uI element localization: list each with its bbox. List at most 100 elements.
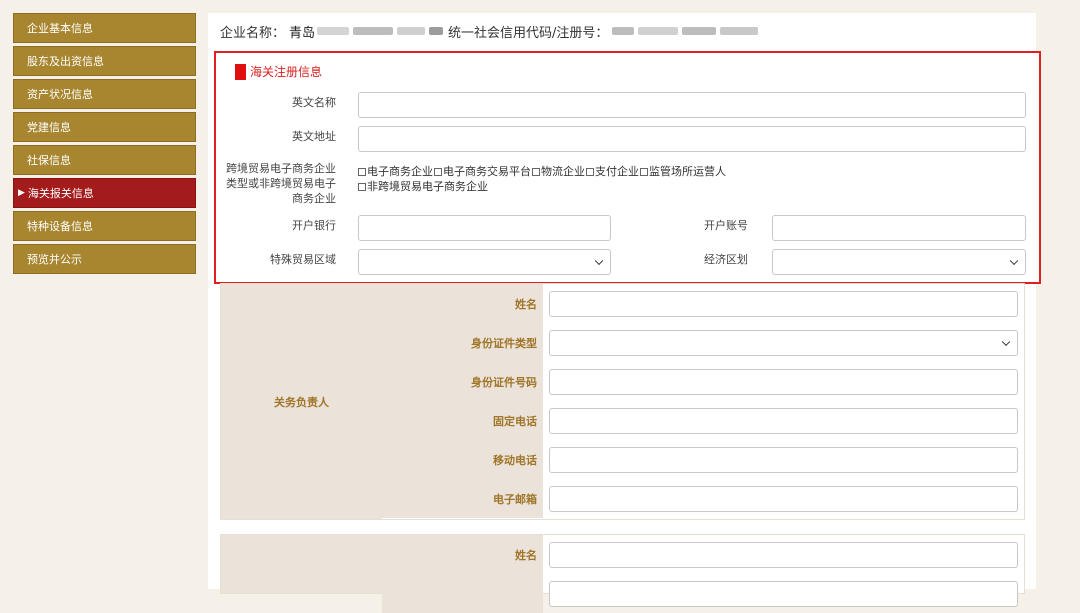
checkbox-label: 电子商务企业 bbox=[367, 165, 433, 178]
field-label: 固定电话 bbox=[382, 401, 543, 440]
redacted-text bbox=[720, 27, 759, 35]
sidebar-item-party[interactable]: 党建信息 bbox=[13, 112, 196, 142]
checkbox-non-cross-border[interactable]: 非跨境贸易电子商务企业 bbox=[358, 179, 488, 194]
name-input[interactable] bbox=[549, 542, 1018, 568]
id-type-select[interactable] bbox=[549, 330, 1018, 356]
company-header: 企业名称： 青岛 统一社会信用代码/注册号： bbox=[220, 21, 760, 41]
sidebar-item-label: 社保信息 bbox=[27, 154, 71, 167]
table-row: 姓名 bbox=[382, 535, 1024, 575]
checkbox-icon bbox=[640, 167, 648, 176]
label-line: 类型或非跨境贸易电子 bbox=[226, 177, 336, 190]
cross-border-options: 电子商务企业 电子商务交易平台 物流企业 支付企业 监管场所运营人 非跨境贸易电… bbox=[358, 164, 727, 194]
field-label: 姓名 bbox=[382, 535, 543, 574]
sidebar-item-label: 党建信息 bbox=[27, 121, 71, 134]
checkbox-label: 电子商务交易平台 bbox=[443, 165, 531, 178]
checkbox-logistics[interactable]: 物流企业 bbox=[532, 164, 585, 179]
account-label: 开户账号 bbox=[704, 219, 748, 232]
redacted-text bbox=[397, 27, 426, 35]
label-line: 跨境贸易电子商务企业 bbox=[226, 162, 336, 175]
sidebar-item-basic-info[interactable]: 企业基本信息 bbox=[13, 13, 196, 43]
checkbox-supervision-operator[interactable]: 监管场所运营人 bbox=[640, 164, 726, 179]
sidebar-item-special-equipment[interactable]: 特种设备信息 bbox=[13, 211, 196, 241]
sidebar: 企业基本信息 股东及出资信息 资产状况信息 党建信息 社保信息 ▶ 海关报关信息 … bbox=[13, 13, 196, 277]
table-row: 姓名 bbox=[382, 284, 1024, 324]
sidebar-item-label: 股东及出资信息 bbox=[27, 55, 104, 68]
checkbox-icon bbox=[434, 167, 442, 176]
caret-right-icon: ▶ bbox=[18, 188, 25, 198]
company-name-label: 企业名称： bbox=[220, 25, 286, 41]
table-row: 身份证件类型 bbox=[382, 323, 1024, 363]
sidebar-item-label: 资产状况信息 bbox=[27, 88, 93, 101]
field-label: 姓名 bbox=[382, 284, 543, 323]
checkbox-payment[interactable]: 支付企业 bbox=[586, 164, 639, 179]
field-label: 电子邮箱 bbox=[382, 479, 543, 518]
sidebar-item-customs[interactable]: ▶ 海关报关信息 bbox=[13, 178, 196, 208]
main-panel: 企业名称： 青岛 统一社会信用代码/注册号： 海关注册信息 英文名称 英文地址 … bbox=[208, 13, 1041, 613]
second-contact-table: 姓名 bbox=[220, 534, 1025, 613]
label-line: 商务企业 bbox=[292, 192, 336, 205]
credit-code-label: 统一社会信用代码/注册号： bbox=[448, 25, 609, 41]
sidebar-item-social-security[interactable]: 社保信息 bbox=[13, 145, 196, 175]
english-name-input[interactable] bbox=[358, 92, 1026, 118]
group-label bbox=[221, 535, 383, 593]
account-input[interactable] bbox=[772, 215, 1026, 241]
table-row bbox=[382, 574, 1024, 613]
english-address-label: 英文地址 bbox=[292, 130, 336, 143]
special-zone-select[interactable] bbox=[358, 249, 611, 275]
sidebar-item-label: 特种设备信息 bbox=[27, 220, 93, 233]
special-zone-label: 特殊贸易区域 bbox=[270, 253, 336, 266]
section-title: 海关注册信息 bbox=[235, 63, 322, 80]
economic-zone-label: 经济区划 bbox=[704, 253, 748, 266]
field-label: 身份证件类型 bbox=[382, 323, 543, 362]
table-row: 电子邮箱 bbox=[382, 479, 1024, 518]
group-label: 关务负责人 bbox=[221, 284, 383, 519]
customs-contact-table: 关务负责人 姓名 身份证件类型 身份证件号码 固定电话 移动电话 电子邮箱 bbox=[220, 283, 1025, 520]
redacted-text bbox=[682, 27, 717, 35]
section-marker-icon bbox=[235, 63, 246, 80]
table-row: 移动电话 bbox=[382, 440, 1024, 480]
landline-input[interactable] bbox=[549, 408, 1018, 434]
checkbox-icon bbox=[358, 182, 366, 191]
checkbox-label: 非跨境贸易电子商务企业 bbox=[367, 180, 488, 193]
redacted-text bbox=[317, 27, 350, 35]
checkbox-label: 支付企业 bbox=[595, 165, 639, 178]
checkbox-ecommerce-platform[interactable]: 电子商务交易平台 bbox=[434, 164, 531, 179]
checkbox-label: 监管场所运营人 bbox=[649, 165, 726, 178]
table-row: 身份证件号码 bbox=[382, 362, 1024, 402]
sidebar-item-label: 预览并公示 bbox=[27, 253, 82, 266]
english-name-label: 英文名称 bbox=[292, 96, 336, 109]
redacted-text bbox=[429, 27, 444, 35]
mobile-input[interactable] bbox=[549, 447, 1018, 473]
sidebar-item-label: 企业基本信息 bbox=[27, 22, 93, 35]
sidebar-item-assets[interactable]: 资产状况信息 bbox=[13, 79, 196, 109]
redacted-text bbox=[353, 27, 394, 35]
company-name: 青岛 bbox=[289, 25, 316, 41]
sidebar-item-shareholders[interactable]: 股东及出资信息 bbox=[13, 46, 196, 76]
redacted-text bbox=[638, 27, 679, 35]
economic-zone-select[interactable] bbox=[772, 249, 1026, 275]
id-number-input[interactable] bbox=[549, 369, 1018, 395]
sidebar-item-label: 海关报关信息 bbox=[27, 187, 94, 200]
english-address-input[interactable] bbox=[358, 126, 1026, 152]
id-type-select[interactable] bbox=[549, 581, 1018, 607]
name-input[interactable] bbox=[549, 291, 1018, 317]
checkbox-ecommerce[interactable]: 电子商务企业 bbox=[358, 164, 433, 179]
chevron-down-icon bbox=[1001, 337, 1011, 347]
table-row: 固定电话 bbox=[382, 401, 1024, 441]
checkbox-icon bbox=[586, 167, 594, 176]
field-label: 身份证件号码 bbox=[382, 362, 543, 401]
chevron-down-icon bbox=[1009, 256, 1019, 266]
cross-border-type-label: 跨境贸易电子商务企业 类型或非跨境贸易电子 商务企业 bbox=[224, 161, 336, 206]
bank-input[interactable] bbox=[358, 215, 611, 241]
checkbox-icon bbox=[358, 167, 366, 176]
field-label: 移动电话 bbox=[382, 440, 543, 479]
checkbox-label: 物流企业 bbox=[541, 165, 585, 178]
bank-label: 开户银行 bbox=[292, 219, 336, 232]
chevron-down-icon bbox=[594, 256, 604, 266]
email-input[interactable] bbox=[549, 486, 1018, 512]
checkbox-icon bbox=[532, 167, 540, 176]
redacted-text bbox=[612, 27, 635, 35]
section-title-text: 海关注册信息 bbox=[250, 65, 323, 79]
field-label bbox=[382, 574, 543, 613]
sidebar-item-preview-publish[interactable]: 预览并公示 bbox=[13, 244, 196, 274]
